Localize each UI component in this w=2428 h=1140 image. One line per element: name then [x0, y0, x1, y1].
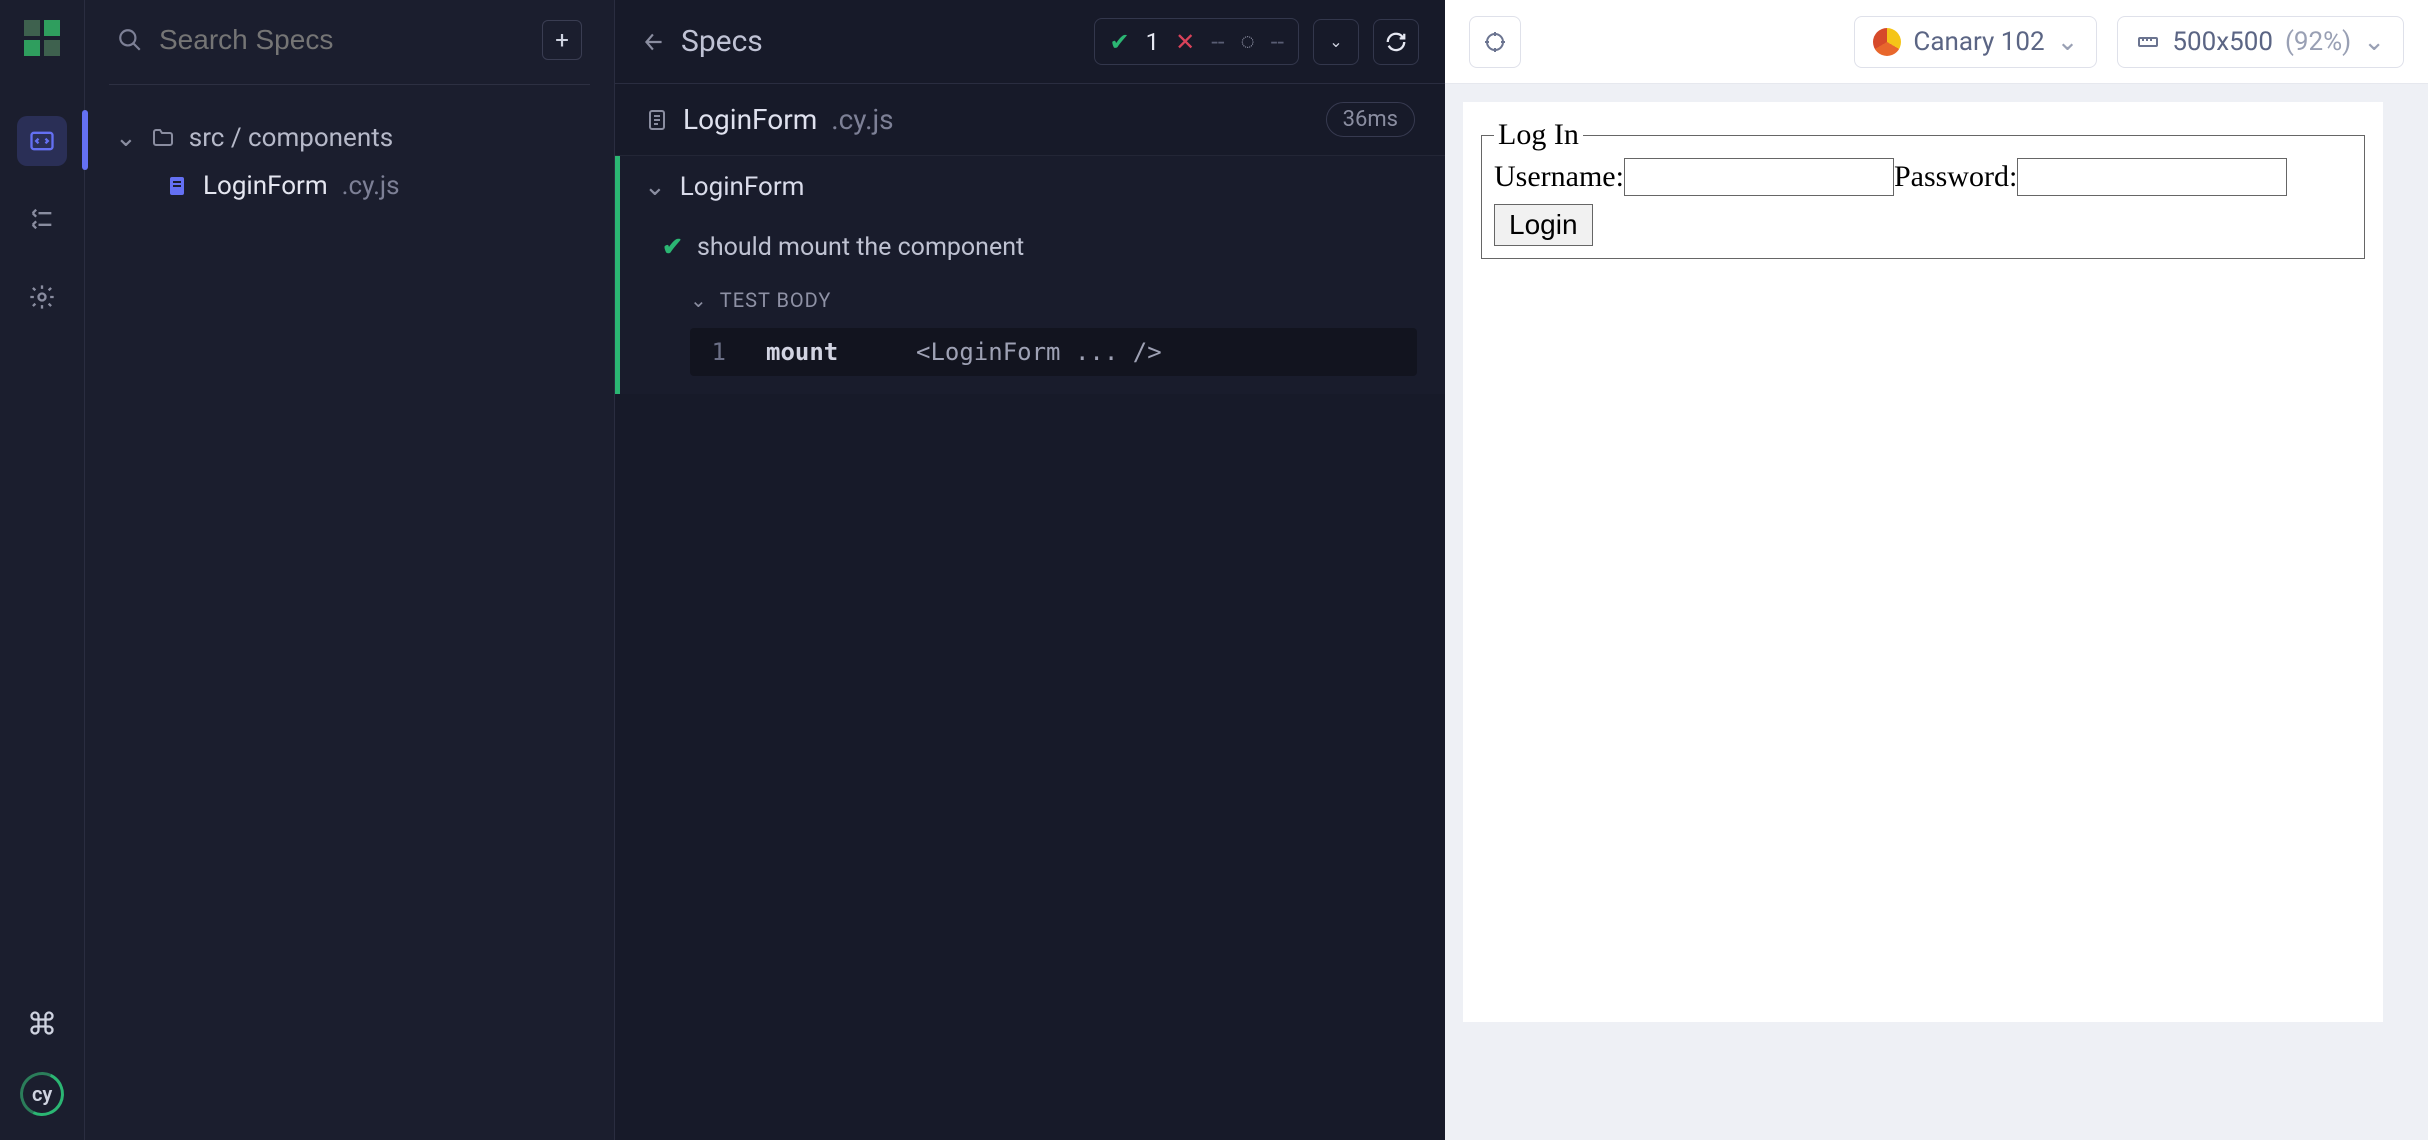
pending-count: --: [1271, 28, 1284, 56]
specs-icon: [28, 127, 56, 155]
folder-row[interactable]: ⌄ src / components: [109, 115, 590, 161]
spec-list-panel: + ⌄ src / components LoginForm .cy.js: [85, 0, 615, 1140]
username-input[interactable]: [1624, 158, 1894, 196]
check-icon: ✔: [1109, 28, 1129, 56]
stats-box: ✔ 1 ✕ -- ◌ --: [1094, 18, 1299, 65]
command-icon: [28, 1009, 56, 1037]
suite-block: ⌄ LoginForm ✔ should mount the component…: [615, 156, 1445, 394]
browser-selector[interactable]: Canary 102 ⌄: [1854, 16, 2097, 68]
command-index: 1: [706, 338, 726, 366]
test-body-label: TEST BODY: [720, 288, 832, 312]
command-row[interactable]: 1 mount <LoginForm ... />: [690, 328, 1417, 376]
chevron-down-icon: ⌄: [690, 288, 708, 312]
reporter-title: Specs: [681, 24, 763, 59]
nav-rail: cy: [0, 0, 85, 1140]
aut-frame: Log In Username: Password: Login: [1463, 102, 2383, 1022]
spec-header-row[interactable]: LoginForm .cy.js 36ms: [615, 84, 1445, 156]
suite-name: LoginForm: [680, 172, 805, 202]
test-title: should mount the component: [697, 233, 1024, 262]
ruler-icon: [2136, 30, 2160, 54]
suite-header[interactable]: ⌄ LoginForm: [620, 156, 1445, 218]
file-icon: [165, 174, 189, 198]
reporter-header: Specs ✔ 1 ✕ -- ◌ -- ⌄: [615, 0, 1445, 84]
duration-badge: 36ms: [1326, 102, 1415, 137]
folder-label: src / components: [189, 123, 393, 153]
runs-icon: [28, 205, 56, 233]
password-label: Password:: [1894, 160, 2017, 193]
preview-panel: Canary 102 ⌄ 500x500 (92%) ⌄ Log In User…: [1445, 0, 2428, 1140]
test-row[interactable]: ✔ should mount the component: [620, 218, 1445, 276]
viewport-selector[interactable]: 500x500 (92%) ⌄: [2117, 16, 2404, 68]
spec-file-row[interactable]: LoginForm .cy.js: [109, 161, 590, 211]
chevron-down-icon: ⌄: [1329, 32, 1342, 51]
refresh-icon: [1385, 31, 1407, 53]
chevron-down-icon: ⌄: [2057, 27, 2079, 57]
spec-file-ext: .cy.js: [342, 171, 400, 201]
chevron-down-icon: ⌄: [2363, 27, 2385, 57]
command-arg: <LoginForm ... />: [916, 338, 1162, 366]
spec-file-name: LoginForm: [203, 171, 328, 201]
nav-runs[interactable]: [17, 194, 67, 244]
browser-label: Canary 102: [1913, 27, 2044, 57]
spec-ext: .cy.js: [831, 103, 893, 136]
chevron-down-icon: ⌄: [644, 172, 666, 202]
pending-icon: ◌: [1240, 27, 1254, 56]
pass-count: 1: [1146, 28, 1160, 56]
selector-playground-button[interactable]: [1469, 16, 1521, 68]
username-label: Username:: [1494, 160, 1624, 193]
viewport-size: 500x500: [2172, 27, 2273, 57]
gear-icon: [28, 283, 56, 311]
rerun-button[interactable]: [1373, 19, 1419, 65]
nav-settings[interactable]: [17, 272, 67, 322]
plus-icon: +: [555, 26, 569, 54]
x-icon: ✕: [1175, 28, 1195, 56]
folder-icon: [151, 126, 175, 150]
nav-shortcuts[interactable]: [17, 998, 67, 1048]
browser-icon: [1873, 28, 1901, 56]
test-body-header[interactable]: ⌄ TEST BODY: [620, 276, 1445, 324]
login-legend: Log In: [1494, 118, 1583, 152]
password-input[interactable]: [2017, 158, 2287, 196]
login-button[interactable]: Login: [1494, 204, 1593, 246]
spec-name: LoginForm: [683, 103, 817, 136]
search-icon: [117, 27, 143, 53]
login-fieldset: Log In Username: Password: Login: [1481, 118, 2365, 259]
add-spec-button[interactable]: +: [542, 20, 582, 60]
preview-body: Log In Username: Password: Login: [1445, 84, 2428, 1140]
crosshair-icon: [1483, 30, 1507, 54]
cypress-logo: cy: [20, 1072, 64, 1116]
fail-count: --: [1211, 28, 1224, 56]
preview-header: Canary 102 ⌄ 500x500 (92%) ⌄: [1445, 0, 2428, 84]
next-button[interactable]: ⌄: [1313, 19, 1359, 65]
check-icon: ✔: [662, 232, 683, 262]
search-input[interactable]: [159, 24, 526, 56]
document-icon: [645, 108, 669, 132]
viewport-scale: (92%): [2285, 27, 2351, 57]
chevron-down-icon: ⌄: [115, 123, 137, 153]
command-name: mount: [766, 338, 876, 366]
collapse-icon[interactable]: [641, 29, 667, 55]
reporter-panel: Specs ✔ 1 ✕ -- ◌ -- ⌄ LoginForm .cy.js 36…: [615, 0, 1445, 1140]
search-row: +: [109, 20, 590, 85]
app-logo: [24, 20, 60, 56]
nav-specs[interactable]: [17, 116, 67, 166]
